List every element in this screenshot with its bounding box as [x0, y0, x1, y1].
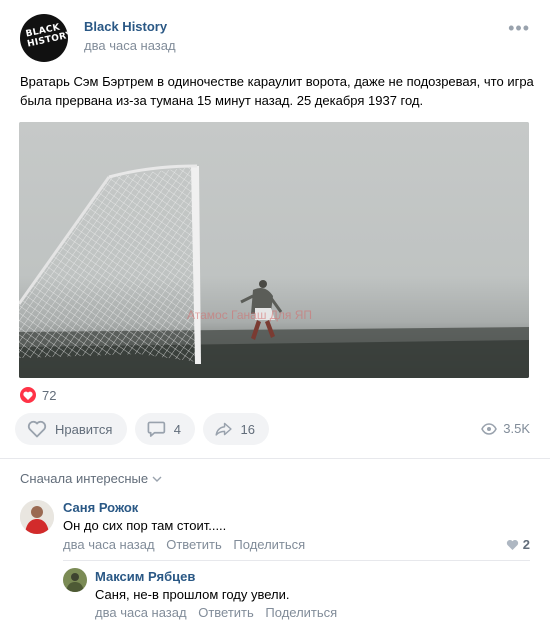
comment-reply: Максим Рябцев Саня, не-в прошлом году ув…: [63, 564, 530, 624]
comment-author[interactable]: Саня Рожок: [63, 500, 138, 515]
comments-count: 4: [173, 421, 181, 437]
more-icon[interactable]: •••: [508, 18, 530, 39]
group-avatar[interactable]: BLACK HISTORY: [20, 14, 68, 62]
comment-time[interactable]: два часа назад: [63, 537, 155, 552]
heart-icon: [506, 539, 518, 550]
comment-text: Саня, не-в прошлом году увели.: [95, 587, 290, 602]
like-label: Нравится: [55, 421, 113, 437]
reply-button[interactable]: Ответить: [198, 605, 254, 620]
post-author[interactable]: Black History: [84, 19, 167, 34]
like-button[interactable]: Нравится: [15, 413, 127, 445]
comment-time[interactable]: два часа назад: [95, 605, 187, 620]
likes-summary[interactable]: 72: [20, 385, 56, 405]
sort-label: Сначала интересные: [20, 471, 149, 486]
post-text: Вратарь Сэм Бэртрем в одиночестве караул…: [20, 74, 534, 108]
share-button[interactable]: 16: [203, 413, 269, 445]
comment-meta: два часа назад Ответить Поделиться: [95, 605, 345, 620]
chevron-down-icon: [152, 476, 162, 482]
comment-button[interactable]: 4: [135, 413, 195, 445]
share-comment-button[interactable]: Поделиться: [233, 537, 305, 552]
heart-icon: [20, 387, 36, 403]
comment-text: Он до сих пор там стоит.....: [63, 518, 227, 533]
post-header: BLACK HISTORY Black History два часа наз…: [20, 14, 530, 64]
divider: [0, 458, 550, 459]
divider: [63, 560, 530, 561]
post-image[interactable]: Атамос Ганаш Для ЯП: [19, 122, 529, 378]
post-time[interactable]: два часа назад: [84, 38, 176, 53]
comment-likes-count: 2: [522, 537, 530, 552]
views-counter: 3.5K: [481, 421, 530, 436]
comment-author[interactable]: Максим Рябцев: [95, 569, 195, 584]
avatar[interactable]: [63, 568, 87, 592]
comments-sort[interactable]: Сначала интересные: [20, 471, 162, 486]
comment-icon: [147, 421, 166, 437]
comment: Саня Рожок Он до сих пор там стоит..... …: [20, 496, 530, 556]
shares-count: 16: [240, 421, 255, 437]
post-actions: Нравится 4 16 3.5K: [15, 413, 530, 445]
likes-count: 72: [42, 387, 57, 403]
reply-button[interactable]: Ответить: [166, 537, 222, 552]
image-watermark: Атамос Ганаш Для ЯП: [187, 308, 312, 322]
avatar[interactable]: [20, 500, 54, 534]
eye-icon: [481, 422, 498, 435]
share-icon: [215, 422, 232, 436]
heart-icon: [27, 420, 47, 438]
share-comment-button[interactable]: Поделиться: [265, 605, 337, 620]
comment-meta: два часа назад Ответить Поделиться: [63, 537, 313, 552]
foggy-goal-photo: Атамос Ганаш Для ЯП: [19, 122, 529, 378]
comment-like-button[interactable]: 2: [506, 537, 530, 552]
views-count: 3.5K: [503, 421, 530, 436]
group-logo-text: BLACK HISTORY: [24, 22, 68, 50]
